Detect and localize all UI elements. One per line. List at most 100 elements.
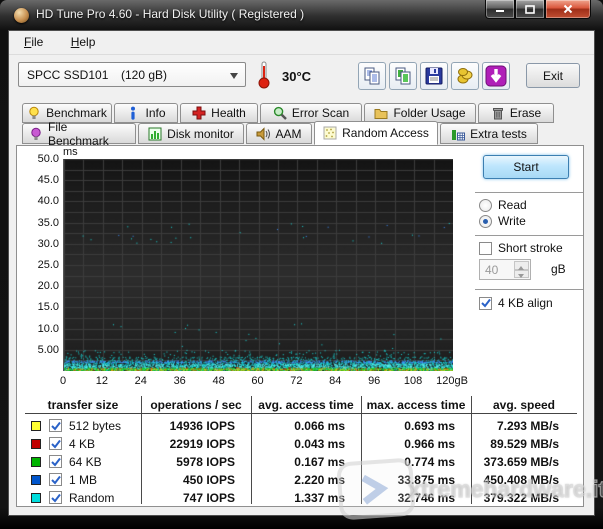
x-tick-label: 48 — [212, 375, 224, 387]
minimize-button[interactable] — [485, 0, 515, 19]
row-checkbox[interactable] — [49, 491, 62, 504]
max-access-value: 0.966 ms — [363, 437, 455, 451]
maximize-button[interactable] — [515, 0, 545, 19]
avg-speed-value: 450.408 MB/s — [473, 473, 559, 487]
short-stroke-capacity-stepper[interactable]: 40 — [479, 259, 531, 280]
check-icon — [51, 493, 61, 503]
series-color-swatch — [31, 457, 41, 467]
short-stroke-checkbox[interactable] — [479, 242, 492, 255]
table-row: 512 bytes 14936 IOPS 0.066 ms 0.693 ms 7… — [17, 418, 583, 435]
copy-image-button[interactable] — [389, 62, 417, 90]
y-tick-label: 50.0 — [17, 153, 59, 165]
thermometer-icon — [256, 60, 272, 95]
tab-label: Info — [145, 106, 165, 120]
x-tick-label: 24 — [135, 375, 147, 387]
write-label: Write — [498, 214, 526, 228]
row-checkbox[interactable] — [49, 473, 62, 486]
avg-access-value: 2.220 ms — [253, 473, 345, 487]
tab-extra-tests[interactable]: Extra tests — [440, 123, 538, 144]
row-label: Random — [69, 491, 114, 505]
drive-select[interactable]: SPCC SSD101 (120 gB) — [18, 62, 246, 87]
red-cross-icon — [192, 106, 206, 120]
save-screenshot-button[interactable] — [420, 62, 448, 90]
gold-coins-button[interactable] — [451, 62, 479, 90]
x-tick-label: 120gB — [436, 375, 468, 387]
start-button[interactable]: Start — [483, 155, 569, 179]
row-checkbox[interactable] — [49, 455, 62, 468]
series-color-swatch — [31, 475, 41, 485]
avg-speed-value: 379.322 MB/s — [473, 491, 559, 505]
close-button[interactable] — [545, 0, 591, 19]
max-access-value: 33.875 ms — [363, 473, 455, 487]
avg-speed-value: 7.293 MB/s — [473, 419, 559, 433]
row-label: 1 MB — [69, 473, 97, 487]
app-logo-icon — [14, 8, 29, 23]
max-access-value: 0.774 ms — [363, 455, 455, 469]
y-axis-unit: ms — [63, 146, 78, 158]
align-option[interactable]: 4 KB align — [479, 296, 553, 310]
tab-random-access[interactable]: Random Access — [314, 121, 438, 145]
trash-icon — [491, 106, 505, 120]
header-avg-access-time: avg. access time — [251, 398, 361, 412]
chevron-down-icon — [230, 73, 238, 83]
separator — [475, 289, 583, 291]
tab-label: Erase — [510, 106, 541, 120]
random-access-chart — [63, 159, 453, 371]
stepper-down-icon[interactable] — [514, 270, 529, 279]
read-option[interactable]: Read — [479, 198, 527, 212]
write-radio[interactable] — [479, 215, 492, 228]
download-icon — [485, 65, 507, 87]
info-icon — [126, 106, 140, 120]
tab-label: Extra tests — [470, 127, 527, 141]
exit-label: Exit — [543, 69, 563, 83]
menu-file[interactable]: File — [15, 31, 52, 53]
max-access-value: 32.746 ms — [363, 491, 455, 505]
row-label: 512 bytes — [69, 419, 121, 433]
y-tick-label: 40.0 — [17, 195, 59, 207]
row-checkbox[interactable] — [49, 437, 62, 450]
y-tick-label: 10.0 — [17, 323, 59, 335]
tab-disk-monitor[interactable]: Disk monitor — [138, 123, 244, 144]
tab-label: Health — [211, 106, 246, 120]
tab-aam[interactable]: AAM — [246, 123, 312, 144]
ops-value: 450 IOPS — [143, 473, 235, 487]
align-label: 4 KB align — [498, 296, 553, 310]
tab-error-scan[interactable]: Error Scan — [260, 103, 362, 123]
menu-help[interactable]: Help — [62, 31, 105, 53]
y-tick-label: 5.00 — [17, 344, 59, 356]
write-option[interactable]: Write — [479, 214, 526, 228]
ops-value: 22919 IOPS — [143, 437, 235, 451]
tab-file-benchmark[interactable]: File Benchmark — [22, 123, 136, 144]
table-row: 4 KB 22919 IOPS 0.043 ms 0.966 ms 89.529… — [17, 436, 583, 453]
capacity-unit-label: gB — [551, 262, 566, 276]
download-button[interactable] — [482, 62, 510, 90]
x-tick-label: 60 — [251, 375, 263, 387]
align-checkbox[interactable] — [479, 297, 492, 310]
tab-erase[interactable]: Erase — [478, 103, 554, 123]
avg-access-value: 1.337 ms — [253, 491, 345, 505]
check-icon — [51, 475, 61, 485]
avg-access-value: 0.167 ms — [253, 455, 345, 469]
tab-folder-usage[interactable]: Folder Usage — [364, 103, 476, 123]
gold-coins-icon — [455, 66, 475, 86]
toolbar: SPCC SSD101 (120 gB) 30°C — [9, 56, 594, 96]
title-bar[interactable]: HD Tune Pro 4.60 - Hard Disk Utility ( R… — [0, 0, 603, 30]
row-label: 4 KB — [69, 437, 95, 451]
copy-text-button[interactable] — [358, 62, 386, 90]
max-access-value: 0.693 ms — [363, 419, 455, 433]
short-stroke-option[interactable]: Short stroke — [479, 241, 563, 255]
header-avg-speed: avg. speed — [471, 398, 577, 412]
tab-health[interactable]: Health — [180, 103, 258, 123]
read-radio[interactable] — [479, 199, 492, 212]
y-tick-label: 15.0 — [17, 301, 59, 313]
copy-image-icon — [393, 66, 413, 86]
tab-label: Benchmark — [46, 106, 107, 120]
exit-button[interactable]: Exit — [526, 63, 580, 88]
y-tick-label: 30.0 — [17, 238, 59, 250]
stepper-up-icon[interactable] — [514, 261, 529, 270]
folder-icon — [374, 106, 388, 120]
bar-chart-icon — [148, 127, 162, 141]
row-checkbox[interactable] — [49, 419, 62, 432]
table-row: 1 MB 450 IOPS 2.220 ms 33.875 ms 450.408… — [17, 472, 583, 489]
random-access-panel: ms 50.045.040.035.030.025.020.015.010.05… — [16, 145, 584, 507]
